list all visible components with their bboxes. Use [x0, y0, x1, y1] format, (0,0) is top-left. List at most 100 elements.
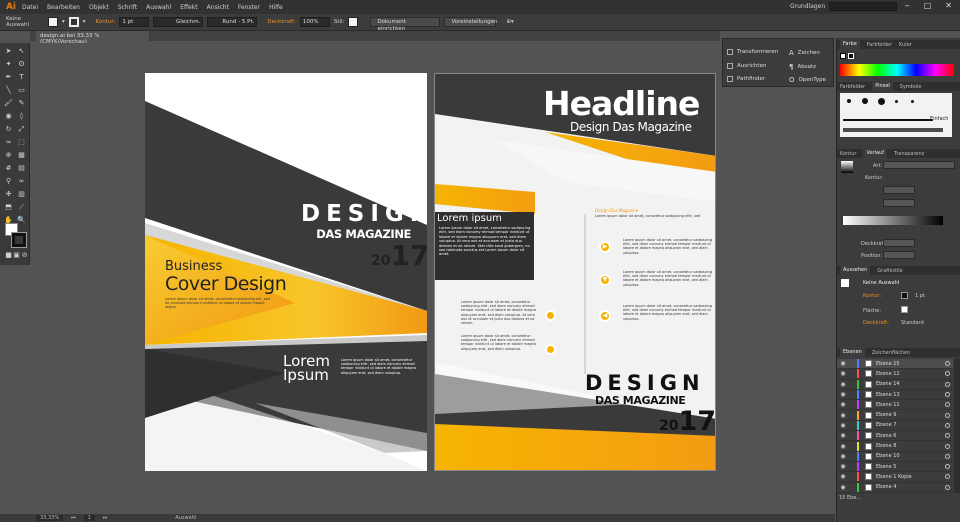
- brush-stroke-line[interactable]: [843, 128, 943, 132]
- line-tool-icon[interactable]: ╲: [3, 86, 14, 95]
- tab-verlauf[interactable]: Verlauf: [863, 149, 887, 158]
- timeline-button[interactable]: ◀: [599, 310, 611, 322]
- menu-hilfe[interactable]: Hilfe: [269, 4, 283, 11]
- slice-tool-icon[interactable]: ⟋: [16, 203, 27, 212]
- appearance-stroke-swatch[interactable]: [901, 292, 908, 299]
- menu-auswahl[interactable]: Auswahl: [146, 4, 171, 11]
- visibility-eye-icon[interactable]: ◉: [839, 412, 847, 419]
- visibility-eye-icon[interactable]: ◉: [839, 370, 847, 377]
- visibility-eye-icon[interactable]: ◉: [839, 473, 847, 480]
- shape-builder-icon[interactable]: ⊕: [3, 151, 14, 160]
- layer-target-icon[interactable]: [945, 453, 950, 459]
- brush-dot[interactable]: [911, 100, 914, 103]
- color-spectrum[interactable]: [840, 64, 954, 76]
- rotate-tool-icon[interactable]: ↻: [3, 125, 14, 134]
- maximize-icon[interactable]: □: [924, 1, 932, 10]
- stroke-mini-swatch[interactable]: [848, 53, 854, 59]
- gradient-angle-field[interactable]: [883, 186, 915, 194]
- brush-dot[interactable]: [847, 99, 851, 103]
- visibility-eye-icon[interactable]: ◉: [839, 391, 847, 398]
- page-nav-first-icon[interactable]: ⏮: [71, 515, 76, 521]
- timeline-dot[interactable]: [545, 344, 556, 355]
- perspective-grid-icon[interactable]: ▦: [16, 151, 27, 160]
- artboard-tool-icon[interactable]: ⬒: [3, 203, 14, 212]
- tab-farbfelder[interactable]: Farbfelder: [867, 42, 892, 48]
- opacity-field[interactable]: 100%: [299, 17, 330, 27]
- tab-farbfelder-2[interactable]: Farbfelder: [840, 84, 865, 90]
- canvas[interactable]: DESIGN DAS MAGAZINE 2017 Business Cover …: [31, 43, 835, 514]
- layer-row[interactable]: ◉ Ebene 11: [837, 400, 953, 411]
- tab-farbe[interactable]: Farbe: [840, 40, 860, 49]
- artboard-back[interactable]: Headline Design Das Magazine Lorem ipsum…: [434, 73, 716, 471]
- visibility-eye-icon[interactable]: ◉: [839, 453, 847, 460]
- menu-effekt[interactable]: Effekt: [180, 4, 197, 11]
- chevron-down-icon[interactable]: ▾: [62, 19, 65, 25]
- layer-target-icon[interactable]: [945, 433, 950, 439]
- appearance-stroke-label[interactable]: Kontur:: [863, 293, 881, 299]
- layer-row[interactable]: ◉ Ebene 4: [837, 482, 953, 493]
- layer-target-icon[interactable]: [945, 381, 950, 387]
- layer-target-icon[interactable]: [945, 464, 950, 470]
- brush-dot[interactable]: [862, 98, 868, 104]
- layer-row[interactable]: ◉ Ebene 13: [837, 390, 953, 401]
- tab-zeichenflaechen[interactable]: Zeichenflächen: [872, 350, 910, 356]
- tab-transparenz[interactable]: Transparenz: [894, 151, 924, 157]
- layer-target-icon[interactable]: [945, 422, 950, 428]
- eyedropper-icon[interactable]: ⚲: [3, 177, 14, 186]
- appearance-fill-swatch[interactable]: [901, 306, 908, 313]
- stroke-swatch[interactable]: [11, 232, 27, 248]
- symbol-sprayer-icon[interactable]: ❉: [3, 190, 14, 199]
- appearance-opacity-label[interactable]: Deckkraft:: [863, 320, 889, 326]
- menu-bearbeiten[interactable]: Bearbeiten: [47, 4, 80, 11]
- chevron-down-icon[interactable]: ▾: [83, 19, 86, 25]
- transform-panel-item[interactable]: Transformieren: [727, 49, 778, 55]
- arrange-icon[interactable]: ⊞▾: [506, 19, 513, 25]
- opentype-panel-item[interactable]: O OpenType: [789, 76, 826, 84]
- visibility-eye-icon[interactable]: ◉: [839, 443, 847, 450]
- layer-row[interactable]: ◉ Ebene 10: [837, 451, 953, 462]
- layer-name[interactable]: Ebene 11: [876, 402, 945, 408]
- layer-row[interactable]: ◉ Ebene 8: [837, 441, 953, 452]
- tab-pinsel[interactable]: Pinsel: [872, 82, 893, 91]
- layer-target-icon[interactable]: [945, 392, 950, 398]
- opacity-label[interactable]: Deckkraft:: [267, 19, 296, 25]
- width-tool-icon[interactable]: ≈: [3, 138, 14, 147]
- align-panel-item[interactable]: Ausrichten: [727, 63, 766, 69]
- help-search-input[interactable]: [829, 2, 897, 11]
- pathfinder-panel-item[interactable]: Pathfinder: [727, 76, 765, 82]
- layer-row[interactable]: ◉ Ebene 14: [837, 379, 953, 390]
- layer-name[interactable]: Ebene 14: [876, 381, 945, 387]
- workspace-switcher[interactable]: Grundlagen: [790, 3, 825, 10]
- visibility-eye-icon[interactable]: ◉: [839, 484, 847, 491]
- page-field[interactable]: 1: [83, 515, 95, 521]
- gradient-tool-icon[interactable]: ▤: [16, 164, 27, 173]
- scrollbar[interactable]: [954, 359, 960, 493]
- close-icon[interactable]: ✕: [945, 1, 952, 10]
- layer-row[interactable]: ◉ Ebene 5: [837, 462, 953, 473]
- layer-target-icon[interactable]: [945, 484, 950, 490]
- blend-tool-icon[interactable]: ∞: [16, 177, 27, 186]
- layer-name[interactable]: Ebene 5: [876, 464, 945, 470]
- tab-kuler[interactable]: Kuler: [899, 42, 912, 48]
- tab-symbole[interactable]: Symbole: [900, 84, 922, 90]
- brush-line[interactable]: [843, 119, 933, 121]
- menu-fenster[interactable]: Fenster: [238, 4, 260, 11]
- gradient-position-field[interactable]: [883, 251, 915, 259]
- menu-objekt[interactable]: Objekt: [89, 4, 109, 11]
- visibility-eye-icon[interactable]: ◉: [839, 401, 847, 408]
- layer-target-icon[interactable]: [945, 371, 950, 377]
- artboard-cover[interactable]: DESIGN DAS MAGAZINE 2017 Business Cover …: [145, 73, 427, 471]
- layer-target-icon[interactable]: [945, 474, 950, 480]
- layer-target-icon[interactable]: [945, 443, 950, 449]
- layer-row[interactable]: ◉ Ebene 12: [837, 369, 953, 380]
- pencil-icon[interactable]: ✎: [16, 99, 27, 108]
- visibility-eye-icon[interactable]: ◉: [839, 432, 847, 439]
- layer-target-icon[interactable]: [945, 361, 950, 367]
- document-tab[interactable]: design.ai bei 33,33 % (CMYK/Vorschau): [36, 31, 150, 45]
- fill-color-swatch[interactable]: [48, 17, 58, 27]
- brush-select[interactable]: Rund - 5 Pt.: [207, 17, 258, 27]
- visibility-eye-icon[interactable]: ◉: [839, 360, 847, 367]
- appearance-fill-label[interactable]: Fläche:: [863, 308, 881, 314]
- fill-mini-swatch[interactable]: [840, 53, 846, 59]
- rectangle-tool-icon[interactable]: ▭: [16, 86, 27, 95]
